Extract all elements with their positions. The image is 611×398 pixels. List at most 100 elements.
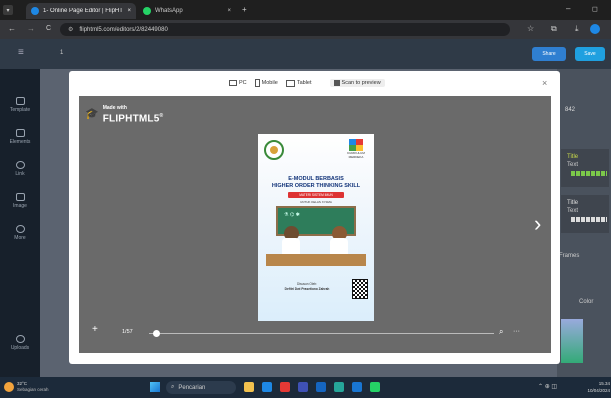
- brand-name-text: FLIPHTML5: [102, 113, 160, 125]
- edge-app-icon[interactable]: [262, 382, 272, 392]
- save-button[interactable]: Save: [575, 47, 605, 61]
- next-page-arrow[interactable]: ›: [534, 211, 541, 237]
- book-cover[interactable]: KURIKULUM MERDEKA E-MODUL BERBASIS HIGHE…: [258, 134, 374, 321]
- card-sub: Text: [567, 162, 579, 168]
- profile-avatar[interactable]: [590, 24, 600, 34]
- minimize-button[interactable]: –: [566, 4, 570, 13]
- sidebar-item-label: Template: [9, 107, 31, 113]
- frames-label: Frames: [559, 253, 580, 259]
- tab-label: WhatsApp: [155, 8, 183, 14]
- editor-header: [0, 39, 611, 69]
- card-title: Title: [567, 200, 579, 206]
- word-app-icon[interactable]: [352, 382, 362, 392]
- new-tab-button[interactable]: +: [242, 5, 247, 14]
- template-icon: [15, 97, 25, 105]
- girl-scientist-illustration: [326, 226, 352, 256]
- zoom-plus-button[interactable]: +: [92, 324, 98, 335]
- tab-close-icon[interactable]: ×: [227, 8, 231, 14]
- tablet-option[interactable]: Tablet: [285, 79, 312, 87]
- forward-button[interactable]: →: [27, 24, 35, 33]
- page-indicator: 1: [60, 50, 64, 56]
- windows-start-icon[interactable]: [150, 382, 160, 392]
- share-button[interactable]: Share: [532, 47, 566, 61]
- color-strip: [571, 217, 607, 222]
- qr-code: [352, 279, 368, 299]
- mail-app-icon[interactable]: [316, 382, 326, 392]
- tab-close-icon[interactable]: ×: [127, 8, 131, 14]
- reload-button[interactable]: C: [46, 25, 51, 32]
- tablet-icon: [285, 79, 295, 87]
- color-label: Color: [579, 299, 594, 305]
- scan-to-preview-button[interactable]: Scan to preview: [329, 79, 385, 87]
- sun-cloud-icon: [4, 382, 14, 392]
- whatsapp-app-icon[interactable]: [370, 382, 380, 392]
- sidebar-item-link[interactable]: Link: [0, 153, 40, 185]
- more-options-button[interactable]: ···: [513, 328, 520, 335]
- photos-app-icon[interactable]: [334, 382, 344, 392]
- page-progress-knob[interactable]: [152, 330, 160, 337]
- tab-search-button[interactable]: ▾: [3, 5, 13, 15]
- device-options: PC Mobile Tablet Scan to preview: [229, 79, 385, 87]
- sidebar-item-elements[interactable]: Elements: [0, 121, 40, 153]
- store-app-icon[interactable]: [298, 382, 308, 392]
- thumbnail[interactable]: [561, 319, 583, 363]
- clock-time: 15.34: [598, 381, 610, 386]
- explorer-app-icon[interactable]: [244, 382, 254, 392]
- card-title: Title: [567, 154, 579, 160]
- author-block: Disusun Oleh: Defitri Dwi Prasetiono Zah…: [268, 282, 346, 292]
- tab-fliphtml-editor[interactable]: 1- Online Page Editor | FlipHTML ×: [26, 3, 136, 19]
- close-icon[interactable]: ×: [542, 78, 547, 88]
- menu-icon[interactable]: ≡: [18, 47, 24, 58]
- option-label: Scan to preview: [341, 80, 381, 86]
- brand-made-with: Made with: [102, 105, 127, 111]
- text-style-card[interactable]: Title Text: [561, 149, 609, 187]
- boy-scientist-illustration: [278, 226, 304, 256]
- whatsapp-favicon-icon: [143, 7, 151, 15]
- mobile-option[interactable]: Mobile: [254, 79, 278, 87]
- search-label: Pencarian: [178, 384, 206, 391]
- brand-reg: ®: [159, 113, 164, 119]
- text-style-card[interactable]: Title Text: [561, 195, 609, 233]
- taskbar-search[interactable]: ⌕ Pencarian: [166, 381, 236, 394]
- graduation-cap-icon: 🎓: [85, 108, 99, 121]
- sidebar-item-more[interactable]: More: [0, 217, 40, 249]
- right-panel: 842 Title Text Title Text Frames Color: [557, 69, 611, 377]
- address-bar[interactable]: ⚙ fliphtml5.com/editors/2/82449080: [60, 23, 510, 36]
- sidebar-item-image[interactable]: Image: [0, 185, 40, 217]
- more-icon: [15, 225, 25, 233]
- kurikulum-logo: KURIKULUM MERDEKA: [342, 139, 370, 159]
- option-label: Tablet: [296, 80, 312, 86]
- url-text: fliphtml5.com/editors/2/82449080: [79, 26, 168, 33]
- clock-date: 10/04/2024: [587, 388, 610, 393]
- extensions-icon[interactable]: ⧉: [551, 24, 557, 34]
- search-icon[interactable]: ⌕: [499, 327, 503, 337]
- weather-widget[interactable]: 32°C Sebagian cerah: [4, 381, 49, 393]
- browser-tab-bar: ▾ 1- Online Page Editor | FlipHTML × Wha…: [0, 0, 611, 20]
- sidebar-item-uploads[interactable]: Uploads: [0, 327, 40, 359]
- sidebar-item-label: Elements: [9, 139, 31, 145]
- clock[interactable]: 15.34 10/04/2024: [580, 380, 610, 394]
- back-button[interactable]: ←: [8, 24, 16, 33]
- system-tray-icons[interactable]: ⌃ ⊕ ◫: [538, 383, 557, 390]
- uploads-icon: [15, 335, 25, 343]
- tab-whatsapp[interactable]: WhatsApp ×: [138, 3, 236, 19]
- subject-badge: MATERI SISTEM IMUN: [288, 192, 344, 198]
- sidebar-item-template[interactable]: Template: [0, 89, 40, 121]
- brand-name: FLIPHTML5®: [102, 112, 164, 125]
- mobile-icon: [254, 79, 260, 87]
- bookmark-star-icon[interactable]: ☆: [527, 24, 534, 33]
- maximize-button[interactable]: ◻: [592, 5, 598, 13]
- cover-title-line2: HIGHER ORDER THINKING SKILL: [271, 183, 361, 189]
- pc-option[interactable]: PC: [229, 80, 247, 86]
- link-icon: [15, 161, 25, 169]
- color-strip: [571, 171, 607, 176]
- chrome-app-icon[interactable]: [280, 382, 290, 392]
- author-name: Defitri Dwi Prasetiono Zahrah: [284, 287, 330, 291]
- page-progress-track[interactable]: [149, 333, 494, 334]
- lab-table: [266, 254, 366, 266]
- option-label: PC: [239, 80, 247, 86]
- site-info-icon[interactable]: ⚙: [68, 26, 73, 33]
- sidebar-item-label: Image: [13, 203, 27, 209]
- sidebar-item-label: Uploads: [10, 345, 30, 351]
- download-icon[interactable]: ⤓: [575, 24, 579, 34]
